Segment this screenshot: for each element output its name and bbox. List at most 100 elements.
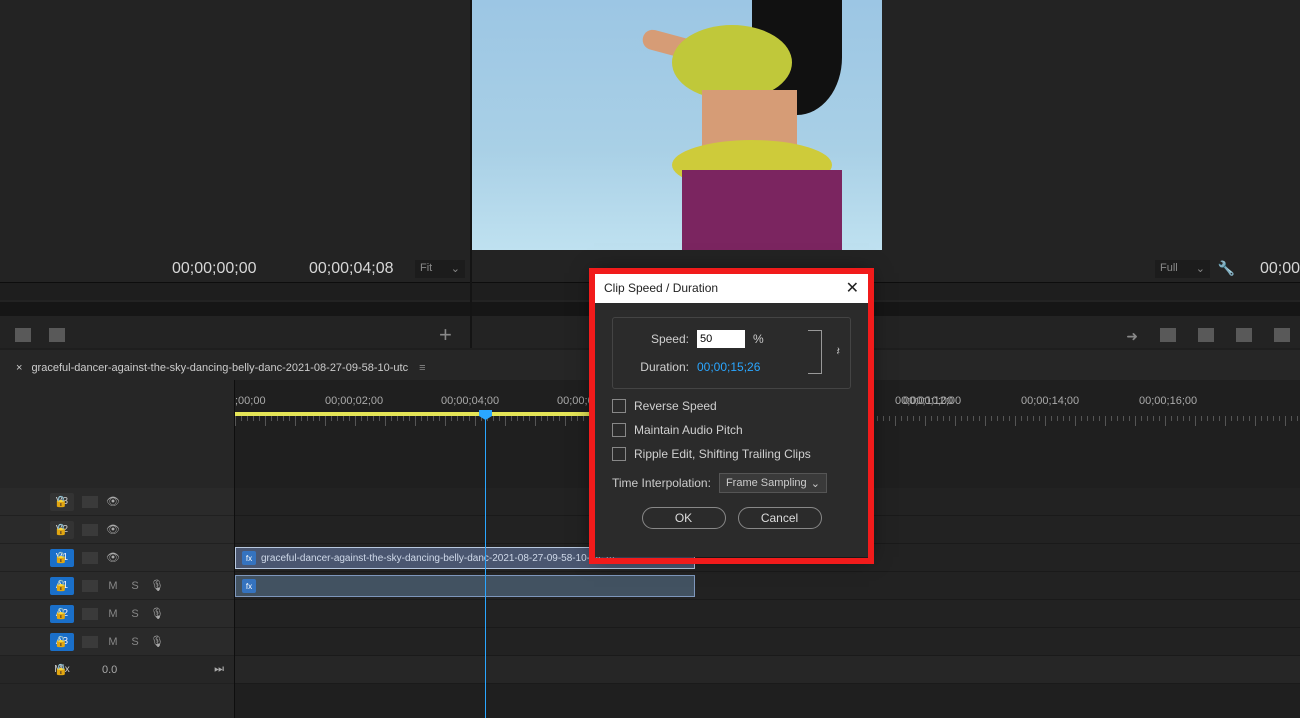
track-header-v3[interactable]: 🔒 V3 👁 (0, 488, 234, 516)
export-frame-icon[interactable] (15, 328, 31, 342)
ruler-label: 00;00;14;00 (1021, 395, 1079, 407)
lock-icon[interactable]: 🔒 (54, 607, 68, 620)
lock-icon[interactable]: 🔒 (54, 551, 68, 564)
mute-toggle[interactable]: M (106, 636, 120, 648)
source-toolbar: + (0, 322, 470, 348)
program-toolbar: ➜ (1126, 322, 1290, 348)
maintain-pitch-label: Maintain Audio Pitch (634, 423, 743, 437)
interpolation-label: Time Interpolation: (612, 476, 711, 490)
compare-icon[interactable] (1274, 328, 1290, 342)
lock-icon[interactable]: 🔒 (54, 663, 68, 676)
ruler-label: 00;00;02;00 (325, 395, 383, 407)
ruler-label: 00;00;16;00 (1139, 395, 1197, 407)
playhead[interactable] (485, 410, 486, 718)
lock-icon[interactable]: 🔒 (54, 635, 68, 648)
checkbox-icon[interactable] (612, 399, 626, 413)
cancel-button[interactable]: Cancel (738, 507, 822, 529)
eye-icon[interactable]: 👁 (106, 495, 120, 508)
track-header-v1[interactable]: 🔒 V1 👁 (0, 544, 234, 572)
source-ruler[interactable] (0, 282, 470, 300)
source-zoom-combo[interactable]: Fit ⌄ (415, 260, 465, 278)
speed-input[interactable] (697, 330, 745, 348)
audio-clip[interactable]: fx (235, 575, 695, 597)
track-lane-a1[interactable]: fx (235, 572, 1300, 600)
track-header-mix[interactable]: 🔒 Mix 0.0 ⏭ (0, 656, 234, 684)
source-monitor: 00;00;00;00 00;00;04;08 Fit ⌄ + (0, 0, 470, 348)
track-lane-mix[interactable] (235, 656, 1300, 684)
maintain-pitch-row[interactable]: Maintain Audio Pitch (612, 423, 851, 437)
settings-wrench-icon[interactable]: 🔧 (1218, 260, 1235, 277)
checkbox-icon[interactable] (612, 447, 626, 461)
mute-toggle[interactable]: M (106, 608, 120, 620)
track-lane-a3[interactable] (235, 628, 1300, 656)
toggle-output-icon[interactable] (82, 496, 98, 508)
ruler-label: ;00;00 (235, 395, 266, 407)
ruler-label: 00;00;12;00 (903, 395, 961, 407)
ripple-edit-label: Ripple Edit, Shifting Trailing Clips (634, 447, 811, 461)
interpolation-combo[interactable]: Frame Sampling⌄ (719, 473, 827, 493)
program-out-time: 00;00 (1260, 260, 1300, 278)
voice-icon[interactable]: 🎙 (150, 579, 164, 592)
camera-icon[interactable] (49, 328, 65, 342)
toggle-output-icon[interactable] (82, 524, 98, 536)
close-tab-icon[interactable]: × (16, 362, 22, 374)
export-icon[interactable] (1198, 328, 1214, 342)
toggle-output-icon[interactable] (82, 552, 98, 564)
insert-icon[interactable]: ➜ (1126, 328, 1138, 342)
track-header-v2[interactable]: 🔒 V2 👁 (0, 516, 234, 544)
fx-badge-icon[interactable]: fx (242, 579, 256, 593)
dialog-titlebar[interactable]: Clip Speed / Duration ✕ (594, 273, 869, 303)
ok-button[interactable]: OK (642, 507, 726, 529)
close-icon[interactable]: ✕ (846, 278, 859, 298)
dialog-title: Clip Speed / Duration (604, 281, 718, 295)
ruler-label: 00;00;04;00 (441, 395, 499, 407)
camera-icon[interactable] (1236, 328, 1252, 342)
reverse-speed-row[interactable]: Reverse Speed (612, 399, 851, 413)
toggle-output-icon[interactable] (82, 580, 98, 592)
solo-toggle[interactable]: S (128, 636, 142, 648)
speed-unit: % (753, 332, 764, 346)
speed-duration-group: 𝄽 Speed: % Duration: 00;00;15;26 (612, 317, 851, 389)
track-lane-a2[interactable] (235, 600, 1300, 628)
toggle-output-icon[interactable] (82, 636, 98, 648)
ripple-edit-row[interactable]: Ripple Edit, Shifting Trailing Clips (612, 447, 851, 461)
voice-icon[interactable]: 🎙 (150, 607, 164, 620)
speed-label: Speed: (631, 332, 689, 346)
sequence-name: graceful-dancer-against-the-sky-dancing-… (31, 362, 408, 374)
button-editor-icon[interactable]: + (439, 328, 455, 342)
voice-icon[interactable]: 🎙 (150, 635, 164, 648)
mix-value[interactable]: 0.0 (102, 664, 117, 676)
speed-duration-dialog: Clip Speed / Duration ✕ 𝄽 Speed: % Durat… (594, 273, 869, 557)
checkbox-icon[interactable] (612, 423, 626, 437)
track-header-a2[interactable]: 🔒 A2 M S 🎙 (0, 600, 234, 628)
eye-icon[interactable]: 👁 (106, 551, 120, 564)
clip-name: graceful-dancer-against-the-sky-dancing-… (261, 553, 615, 564)
program-zoom-combo[interactable]: Full ⌄ (1155, 260, 1210, 278)
duration-value[interactable]: 00;00;15;26 (697, 360, 760, 374)
mute-toggle[interactable]: M (106, 580, 120, 592)
duration-label: Duration: (631, 360, 689, 374)
overwrite-icon[interactable] (1160, 328, 1176, 342)
reverse-speed-label: Reverse Speed (634, 399, 717, 413)
program-preview[interactable] (472, 0, 882, 250)
track-header-area: 🔒 V3 👁 🔒 V2 👁 🔒 V1 👁 🔒 A1 M S 🎙 🔒 (0, 380, 235, 718)
toggle-output-icon[interactable] (82, 608, 98, 620)
tab-menu-icon[interactable]: ≡ (419, 362, 425, 374)
fx-badge-icon[interactable]: fx (242, 551, 256, 565)
source-in-time: 00;00;00;00 (172, 260, 257, 278)
track-header-a3[interactable]: 🔒 A3 M S 🎙 (0, 628, 234, 656)
lock-icon[interactable]: 🔒 (54, 495, 68, 508)
link-icon[interactable]: 𝄽 (836, 344, 840, 359)
lock-icon[interactable]: 🔒 (54, 579, 68, 592)
solo-toggle[interactable]: S (128, 608, 142, 620)
source-out-time: 00;00;04;08 (309, 260, 394, 278)
sequence-tab[interactable]: × graceful-dancer-against-the-sky-dancin… (8, 358, 434, 380)
source-scrub-bar[interactable] (0, 302, 470, 316)
track-header-a1[interactable]: 🔒 A1 M S 🎙 (0, 572, 234, 600)
solo-toggle[interactable]: S (128, 580, 142, 592)
eye-icon[interactable]: 👁 (106, 523, 120, 536)
chevron-down-icon: ⌄ (811, 477, 820, 490)
link-bracket-icon (808, 330, 822, 374)
lock-icon[interactable]: 🔒 (54, 523, 68, 536)
expand-icon[interactable]: ⏭ (214, 663, 224, 676)
